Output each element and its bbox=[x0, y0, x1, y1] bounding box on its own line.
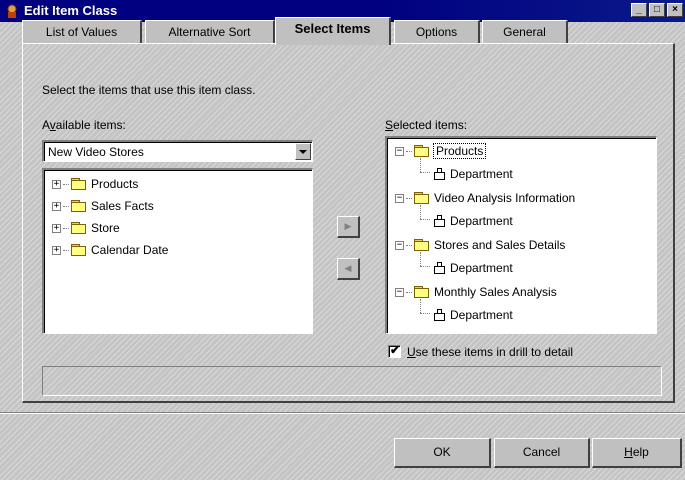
tree-item-label: Video Analysis Information bbox=[434, 191, 576, 205]
checkmark-icon: ✔ bbox=[390, 343, 401, 357]
tree-item-label: Products bbox=[91, 177, 139, 191]
available-items-label: Available items: bbox=[42, 118, 126, 132]
bottom-separator bbox=[0, 412, 685, 414]
tab-select-items[interactable]: Select Items bbox=[275, 17, 391, 45]
tree-item[interactable]: − Products bbox=[395, 141, 487, 161]
available-items-tree[interactable]: + Products + Sales Facts + Store + Calen… bbox=[42, 168, 313, 334]
folder-icon bbox=[71, 221, 87, 235]
tree-item[interactable]: + Products bbox=[52, 174, 138, 194]
add-item-button[interactable]: ▶ bbox=[337, 216, 360, 238]
help-button[interactable]: Help bbox=[592, 438, 682, 468]
drill-to-detail-checkbox[interactable]: ✔ bbox=[388, 343, 401, 358]
dropdown-arrow-icon[interactable] bbox=[295, 143, 311, 160]
expand-icon[interactable]: + bbox=[52, 245, 61, 255]
ok-button[interactable]: OK bbox=[394, 438, 491, 468]
folder-icon bbox=[71, 243, 87, 257]
instructions-text: Select the items that use this item clas… bbox=[42, 83, 256, 97]
folder-icon bbox=[414, 285, 430, 299]
expand-icon[interactable]: + bbox=[52, 179, 61, 189]
remove-item-button[interactable]: ◀ bbox=[337, 258, 360, 280]
tree-child-item[interactable]: Department bbox=[432, 258, 513, 278]
maximize-button[interactable]: □ bbox=[649, 3, 665, 17]
business-area-combo[interactable]: New Video Stores bbox=[42, 140, 313, 162]
tree-item-label: Calendar Date bbox=[91, 243, 169, 257]
tab-general[interactable]: General bbox=[482, 20, 568, 44]
window-title: Edit Item Class bbox=[24, 3, 118, 18]
combo-value: New Video Stores bbox=[48, 145, 144, 159]
tab-list-of-values[interactable]: List of Values bbox=[22, 20, 142, 44]
expand-icon[interactable]: + bbox=[52, 201, 61, 211]
tree-item[interactable]: + Calendar Date bbox=[52, 240, 168, 260]
tab-alternative-sort[interactable]: Alternative Sort bbox=[145, 20, 275, 44]
tree-item-label: Monthly Sales Analysis bbox=[434, 285, 557, 299]
folder-icon bbox=[414, 238, 430, 252]
tree-item[interactable]: + Store bbox=[52, 218, 120, 238]
selected-items-tree[interactable]: − Products Department − Video Analysis I… bbox=[385, 136, 657, 334]
tree-item-label: Store bbox=[91, 221, 120, 235]
tree-child-item[interactable]: Department bbox=[432, 211, 513, 231]
folder-icon bbox=[414, 191, 430, 205]
tree-item-label: Sales Facts bbox=[91, 199, 154, 213]
folder-icon bbox=[71, 177, 87, 191]
tree-item-label: Department bbox=[450, 261, 513, 275]
tab-options[interactable]: Options bbox=[394, 20, 480, 44]
app-icon bbox=[7, 4, 17, 18]
tree-item-label: Products bbox=[432, 143, 487, 159]
tree-item[interactable]: − Video Analysis Information bbox=[395, 188, 575, 208]
drill-to-detail-label[interactable]: Use these items in drill to detail bbox=[407, 345, 573, 359]
collapse-icon[interactable]: − bbox=[395, 287, 404, 297]
close-button[interactable]: × bbox=[667, 3, 683, 17]
item-class-icon bbox=[432, 214, 446, 228]
selected-items-label: Selected items: bbox=[385, 118, 468, 132]
item-class-icon bbox=[432, 308, 446, 322]
tree-item-label: Department bbox=[450, 214, 513, 228]
item-class-icon bbox=[432, 167, 446, 181]
tree-item-label: Department bbox=[450, 308, 513, 322]
collapse-icon[interactable]: − bbox=[395, 240, 404, 250]
tree-item-label: Department bbox=[450, 167, 513, 181]
folder-icon bbox=[71, 199, 87, 213]
tree-item[interactable]: + Sales Facts bbox=[52, 196, 154, 216]
tree-item[interactable]: − Monthly Sales Analysis bbox=[395, 282, 557, 302]
cancel-button[interactable]: Cancel bbox=[494, 438, 590, 468]
description-field bbox=[42, 366, 662, 396]
minimize-button[interactable]: _ bbox=[631, 3, 647, 17]
tree-child-item[interactable]: Department bbox=[432, 305, 513, 325]
expand-icon[interactable]: + bbox=[52, 223, 61, 233]
tree-child-item[interactable]: Department bbox=[432, 164, 513, 184]
collapse-icon[interactable]: − bbox=[395, 146, 404, 156]
item-class-icon bbox=[432, 261, 446, 275]
folder-icon bbox=[414, 144, 430, 158]
collapse-icon[interactable]: − bbox=[395, 193, 404, 203]
tree-item-label: Stores and Sales Details bbox=[434, 238, 566, 252]
edit-item-class-dialog: Edit Item Class _ □ × List of Values Alt… bbox=[0, 0, 685, 480]
tree-item[interactable]: − Stores and Sales Details bbox=[395, 235, 565, 255]
